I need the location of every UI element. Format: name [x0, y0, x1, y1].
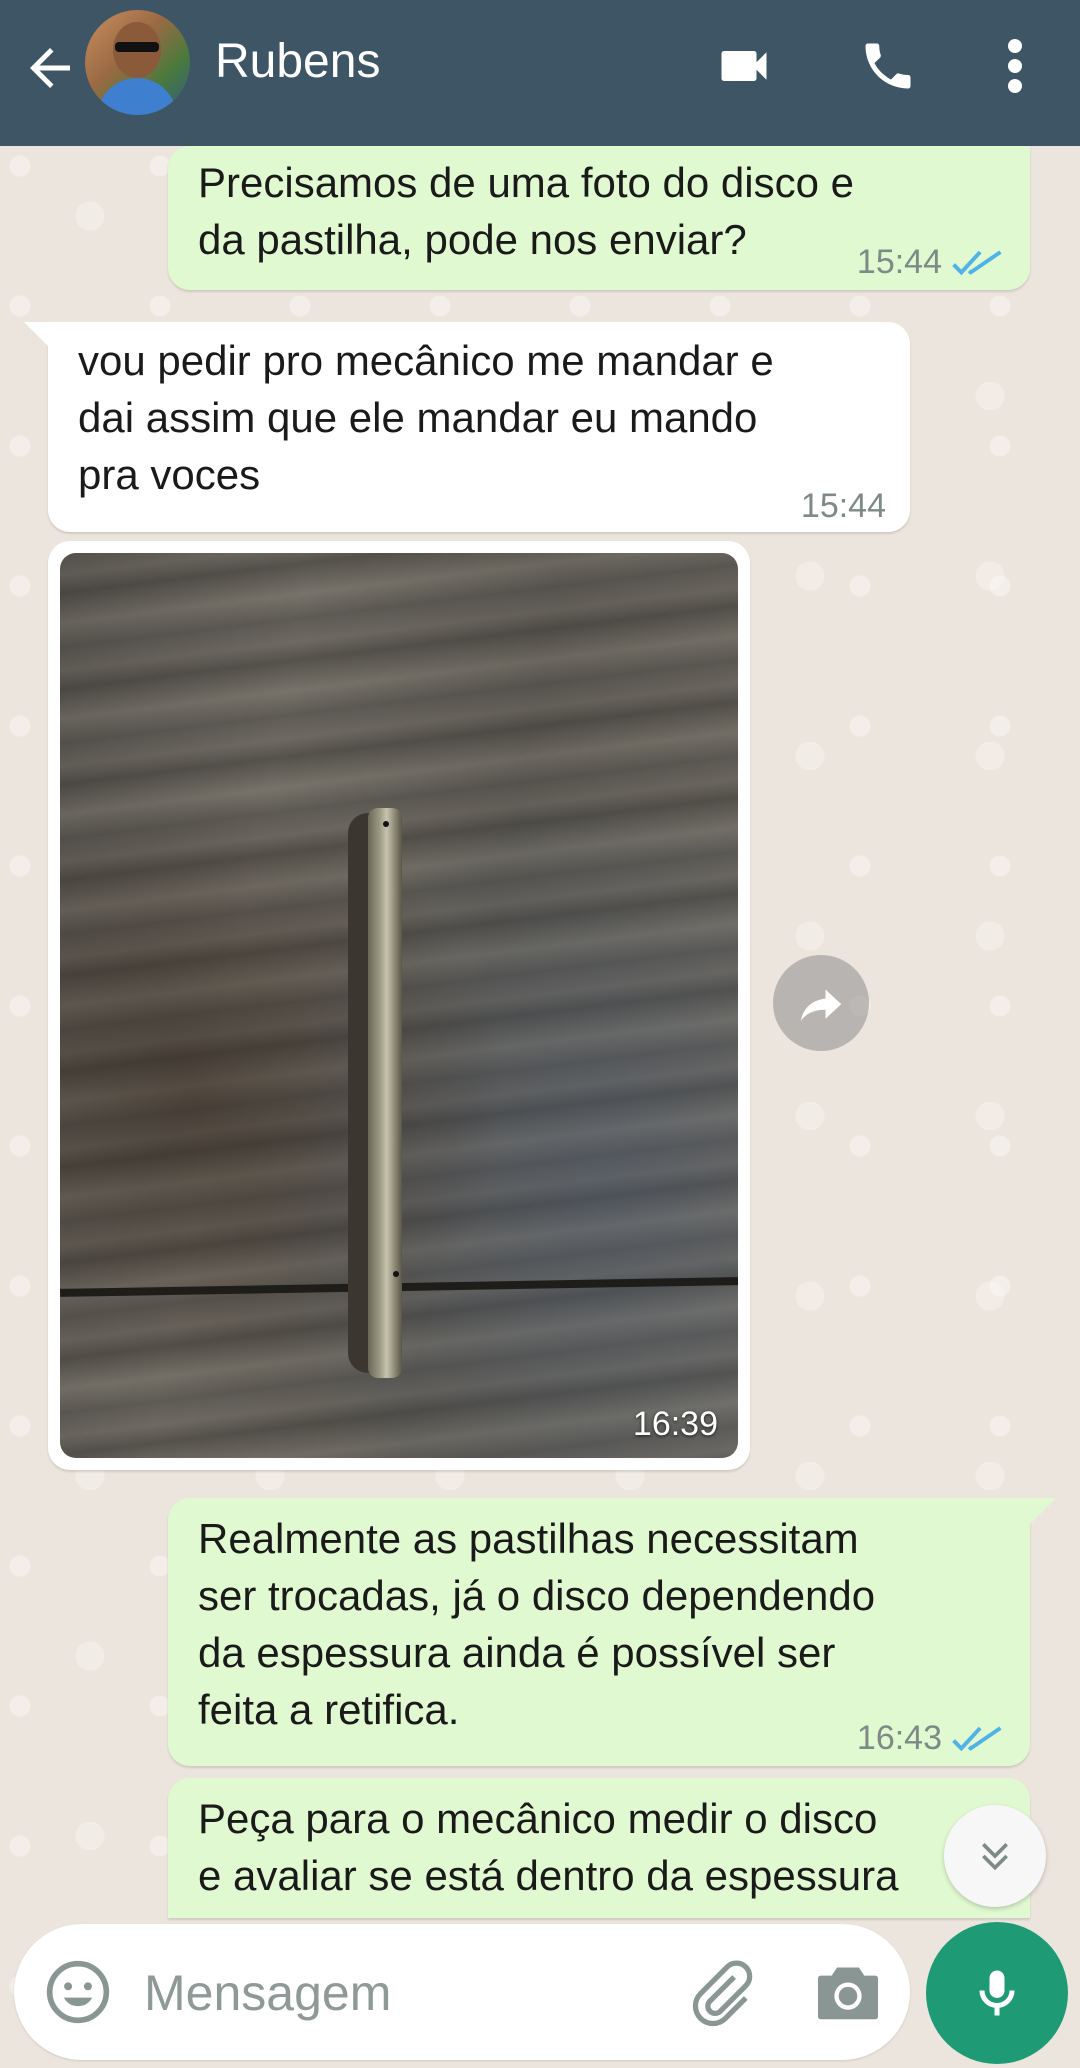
bubble-tail: [1028, 1498, 1056, 1526]
message-outgoing[interactable]: Precisamos de uma foto do disco e da pas…: [168, 146, 1030, 290]
message-meta: 16:43: [857, 1710, 1002, 1767]
forward-icon: [800, 989, 842, 1021]
attach-icon[interactable]: [686, 1958, 756, 2028]
voice-call-icon[interactable]: [858, 36, 918, 96]
photo-brake-disc[interactable]: 16:39: [60, 553, 738, 1458]
microphone-button[interactable]: [926, 1922, 1068, 2064]
emoji-icon[interactable]: [44, 1958, 112, 2026]
message-meta: 15:44: [857, 234, 1002, 291]
contact-name[interactable]: Rubens: [215, 34, 380, 89]
chat-header: Rubens: [0, 0, 1080, 146]
message-time: 15:44: [856, 243, 942, 281]
video-call-icon[interactable]: [712, 36, 776, 96]
scroll-to-bottom-button[interactable]: [944, 1805, 1046, 1907]
microphone-icon: [979, 1970, 1015, 2016]
message-input[interactable]: Mensagem: [144, 1964, 391, 2022]
message-text: Realmente as pastilhas necessitam ser tr…: [198, 1515, 876, 1733]
message-text: Peça para o mecânico medir o disco e ava…: [198, 1795, 899, 1899]
read-ticks-icon: [952, 1725, 1002, 1751]
message-outgoing[interactable]: Peça para o mecânico medir o disco e ava…: [168, 1778, 1030, 1918]
camera-icon[interactable]: [814, 1962, 882, 2022]
forward-button[interactable]: [773, 955, 869, 1051]
bubble-tail: [24, 322, 54, 352]
message-outgoing[interactable]: Realmente as pastilhas necessitam ser tr…: [168, 1498, 1030, 1766]
message-meta: 15:44: [801, 478, 886, 535]
message-text: vou pedir pro mecânico me mandar e dai a…: [78, 337, 774, 498]
message-incoming[interactable]: vou pedir pro mecânico me mandar e dai a…: [48, 322, 910, 532]
message-time: 15:44: [800, 487, 886, 525]
message-composer: Mensagem: [14, 1924, 910, 2060]
avatar[interactable]: [85, 10, 190, 115]
message-text: Precisamos de uma foto do disco e da pas…: [198, 159, 855, 263]
read-ticks-icon: [952, 249, 1002, 275]
back-arrow-icon[interactable]: [20, 38, 80, 98]
message-image[interactable]: 16:39: [48, 541, 750, 1470]
message-time: 16:43: [856, 1719, 942, 1757]
more-options-icon[interactable]: [1000, 36, 1030, 96]
message-time: 16:39: [632, 1405, 718, 1443]
double-chevron-down-icon: [982, 1843, 1008, 1871]
